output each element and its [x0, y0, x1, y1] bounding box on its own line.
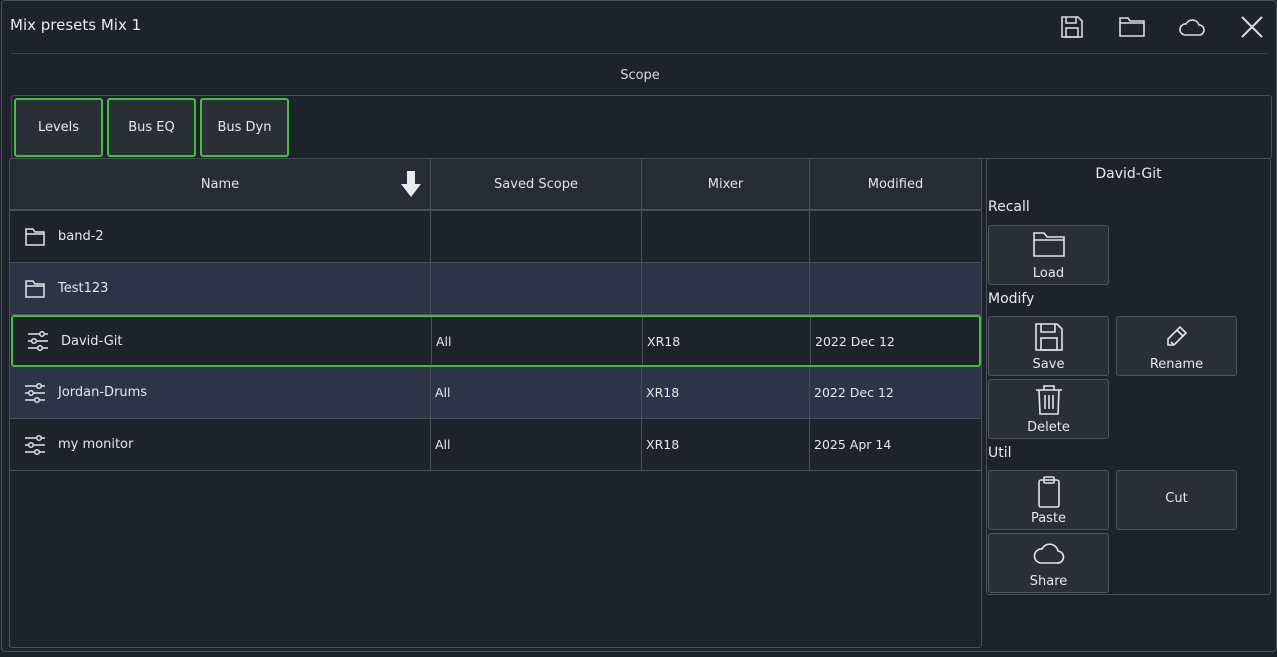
row-mixer: XR18: [642, 419, 810, 470]
row-mixer: XR18: [643, 317, 811, 365]
close-button[interactable]: [1232, 9, 1272, 45]
recall-section-label: Recall: [988, 199, 1030, 215]
header-divider: [11, 53, 1268, 54]
row-name-cell: Jordan-Drums: [10, 367, 431, 418]
cloud-icon: [1179, 19, 1205, 36]
table-row[interactable]: band-2: [10, 211, 981, 263]
row-name: Test123: [58, 281, 109, 296]
row-scope: All: [432, 317, 643, 365]
trash-icon: [1035, 385, 1062, 415]
scope-bus-eq-button[interactable]: Bus EQ: [107, 98, 196, 157]
delete-label: Delete: [1027, 420, 1070, 435]
clipboard-icon: [1037, 476, 1060, 508]
row-scope: All: [431, 419, 642, 470]
rename-button[interactable]: Rename: [1116, 316, 1237, 376]
open-folder-button[interactable]: [1112, 9, 1152, 45]
save-icon: [1061, 16, 1083, 38]
cut-label: Cut: [1165, 491, 1188, 506]
row-mixer: [642, 211, 810, 262]
folder-icon: [23, 225, 47, 249]
folder-icon: [1032, 232, 1065, 257]
row-modified: [810, 211, 981, 262]
row-modified: 2022 Dec 12: [814, 385, 894, 400]
table-row[interactable]: Jordan-Drums All XR18 2022 Dec 12: [10, 367, 981, 419]
column-header-name[interactable]: Name: [10, 159, 431, 209]
save-label: Save: [1032, 357, 1065, 372]
row-name: Jordan-Drums: [58, 385, 148, 400]
row-name: band-2: [58, 229, 104, 244]
modify-section-label: Modify: [988, 291, 1035, 307]
folder-icon: [1119, 17, 1145, 37]
paste-label: Paste: [1030, 511, 1067, 526]
rename-label: Rename: [1149, 357, 1204, 372]
load-button[interactable]: Load: [988, 225, 1109, 285]
column-header-saved-scope[interactable]: Saved Scope: [431, 159, 642, 209]
scope-levels-button[interactable]: Levels: [14, 98, 103, 157]
rename-pencil-icon: [1166, 325, 1187, 346]
scope-bus-dyn-button[interactable]: Bus Dyn: [200, 98, 289, 157]
selected-preset-title: David-Git: [1095, 166, 1162, 182]
table-header: Name Saved Scope Mixer Modified: [10, 159, 981, 211]
row-mixer: [642, 263, 810, 314]
row-name-cell: Test123: [10, 263, 431, 314]
table-row[interactable]: Test123: [10, 263, 981, 315]
row-modified: 2025 Apr 14: [814, 437, 892, 452]
load-label: Load: [1032, 266, 1065, 281]
window-title: Mix presets Mix 1: [10, 16, 142, 34]
table-row-selected[interactable]: David-Git All XR18 2022 Dec 12: [11, 315, 981, 367]
save-icon: [1034, 323, 1063, 351]
column-header-modified[interactable]: Modified: [810, 159, 981, 209]
save-button[interactable]: Save: [988, 316, 1109, 376]
table-row[interactable]: my monitor All XR18 2025 Apr 14: [10, 419, 981, 471]
sliders-icon: [23, 381, 47, 405]
row-scope: [431, 211, 642, 262]
presets-table: Name Saved Scope Mixer Modified band-2 T…: [9, 158, 982, 648]
row-name-cell: David-Git: [13, 317, 432, 365]
row-name-cell: my monitor: [10, 419, 431, 470]
sliders-icon: [26, 329, 50, 353]
row-modified: [810, 263, 981, 314]
cloud-icon: [1033, 543, 1064, 564]
share-label: Share: [1029, 574, 1068, 589]
folder-icon: [23, 277, 47, 301]
row-mixer: XR18: [642, 367, 810, 418]
row-name-cell: band-2: [10, 211, 431, 262]
column-header-mixer[interactable]: Mixer: [642, 159, 810, 209]
row-modified: 2022 Dec 12: [815, 333, 895, 349]
row-scope: [431, 263, 642, 314]
sort-arrow-down-icon: [401, 171, 421, 197]
share-button[interactable]: Share: [988, 533, 1109, 593]
row-name: my monitor: [58, 437, 134, 452]
close-icon: [1241, 16, 1263, 38]
delete-button[interactable]: Delete: [988, 379, 1109, 439]
sliders-icon: [23, 433, 47, 457]
save-header-button[interactable]: [1052, 9, 1092, 45]
paste-button[interactable]: Paste: [988, 470, 1109, 530]
util-section-label: Util: [988, 445, 1012, 461]
column-header-label: Name: [200, 176, 240, 192]
scope-box: Levels Bus EQ Bus Dyn: [11, 95, 1272, 159]
preset-actions-panel: David-Git Recall Load Modify Save Rename…: [986, 158, 1271, 595]
cut-button[interactable]: Cut: [1116, 470, 1237, 530]
row-name: David-Git: [61, 333, 123, 349]
cloud-button[interactable]: [1172, 9, 1212, 45]
scope-label: Scope: [620, 68, 660, 83]
row-scope: All: [431, 367, 642, 418]
